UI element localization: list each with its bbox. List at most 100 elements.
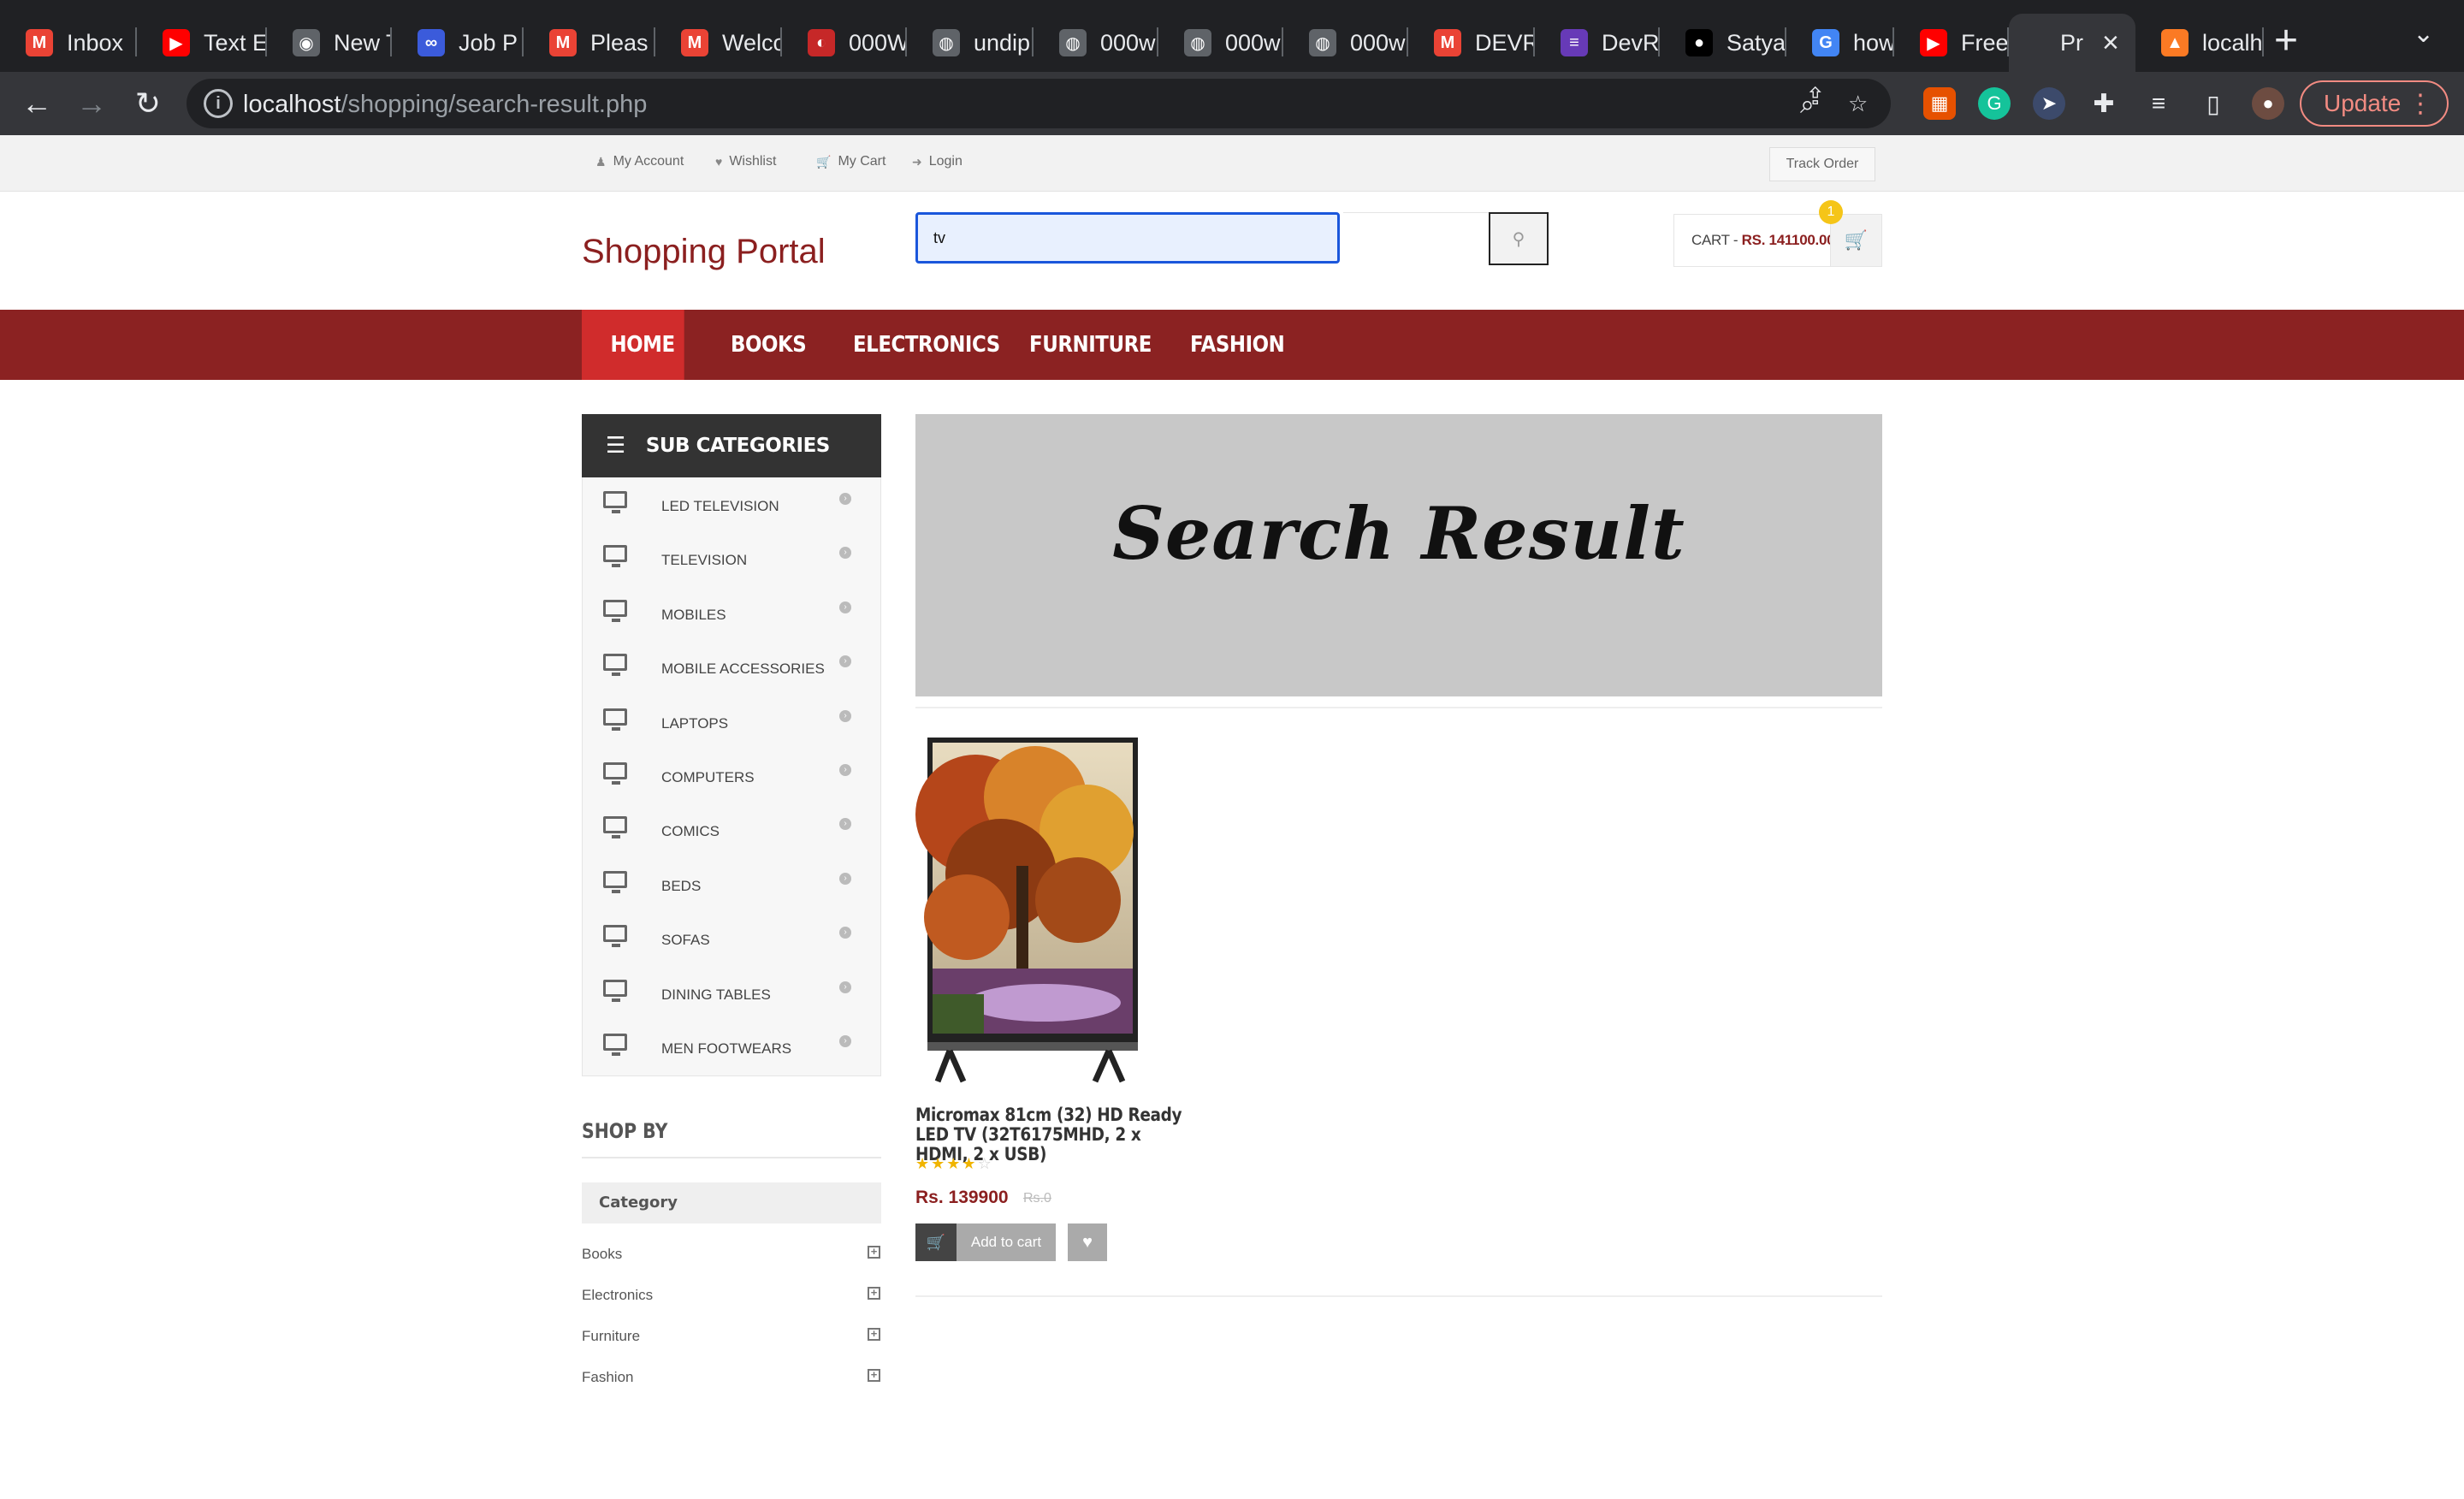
menu-dots-icon[interactable]: ⋮: [2408, 89, 2433, 119]
browser-tab[interactable]: ▶ Text E: [137, 14, 267, 72]
my-account-link[interactable]: ♟ My Account: [595, 154, 684, 169]
site-logo[interactable]: Shopping Portal: [582, 233, 826, 271]
subcategory-label: BEDS: [661, 877, 702, 894]
user-icon: ♟: [595, 154, 607, 169]
nav-fashion[interactable]: FASHION: [1190, 310, 1285, 380]
chevron-right-icon: ›: [839, 872, 851, 885]
extension-icon-2[interactable]: ➤: [2033, 87, 2065, 120]
browser-tab[interactable]: M Inbox: [0, 14, 137, 72]
link-icon: ∞: [418, 29, 445, 56]
search-button[interactable]: ⚲: [1489, 212, 1549, 265]
category-label: Electronics: [582, 1287, 654, 1303]
subcategory-item[interactable]: COMPUTERS ›: [583, 749, 880, 802]
browser-tab[interactable]: M Pleas: [524, 14, 655, 72]
tab-title: 000w: [1100, 29, 1156, 56]
browser-tab[interactable]: ▲ localh: [2135, 14, 2264, 72]
search-input[interactable]: [915, 212, 1340, 264]
extension-icon-1[interactable]: ▦: [1923, 87, 1956, 120]
subcategory-item[interactable]: MEN FOOTWEARS ›: [583, 1020, 880, 1073]
browser-tab[interactable]: Ghow t: [1786, 14, 1894, 72]
product-price: Rs. 139900: [915, 1188, 1009, 1207]
profile-avatar[interactable]: ●: [2252, 87, 2284, 120]
tab-title: Text E: [204, 29, 267, 56]
expand-plus-icon[interactable]: +: [868, 1328, 880, 1341]
forward-icon[interactable]: →: [72, 84, 111, 123]
browser-tab[interactable]: Pr ×: [2009, 14, 2135, 72]
star-empty-icon: ☆: [977, 1155, 993, 1172]
nav-furniture[interactable]: FURNITURE: [1029, 310, 1152, 380]
cart-icon[interactable]: 🛒: [1830, 215, 1881, 266]
add-to-cart-button[interactable]: 🛒 Add to cart: [915, 1223, 1056, 1261]
browser-tab[interactable]: M Welco: [655, 14, 782, 72]
expand-plus-icon[interactable]: +: [868, 1369, 880, 1382]
subcategory-item[interactable]: DINING TABLES ›: [583, 966, 880, 1019]
browser-tab-bar: M Inbox ▶ Text E ◉ New T ∞ Job P M Pleas M Welco ◐ 00…: [0, 0, 2464, 72]
browser-tab[interactable]: M DEVR: [1408, 14, 1535, 72]
share-icon[interactable]: ⇪: [1805, 82, 1825, 110]
browser-tab[interactable]: ◍ undip: [907, 14, 1034, 72]
new-tab-button[interactable]: +: [2274, 17, 2298, 64]
subcategory-item[interactable]: COMICS ›: [583, 803, 880, 856]
browser-tab[interactable]: ◉ New T: [267, 14, 392, 72]
category-item[interactable]: Furniture +: [582, 1328, 881, 1354]
login-link[interactable]: ➜ Login: [912, 154, 962, 169]
tab-title: 000W: [849, 29, 907, 56]
subcategory-item[interactable]: TELEVISION ›: [583, 531, 880, 584]
extensions-puzzle-icon[interactable]: ✚: [2088, 87, 2120, 120]
my-cart-link[interactable]: 🛒 My Cart: [816, 154, 886, 169]
browser-tab[interactable]: ● Satya: [1660, 14, 1786, 72]
subcategory-item[interactable]: MOBILES ›: [583, 586, 880, 639]
subcategory-label: DINING TABLES: [661, 986, 771, 1003]
url-text[interactable]: localhost/shopping/search-result.php: [243, 91, 647, 119]
sub-categories-list: LED TELEVISION › TELEVISION › MOBILES › MOBILE…: [582, 477, 881, 1076]
subcategory-item[interactable]: SOFAS ›: [583, 911, 880, 964]
media-control-icon[interactable]: ≡: [2142, 87, 2175, 120]
browser-tab[interactable]: ≡ DevRe: [1535, 14, 1660, 72]
back-icon[interactable]: ←: [17, 84, 56, 123]
expand-plus-icon[interactable]: +: [868, 1287, 880, 1300]
browser-tab[interactable]: ◍ 000w: [1158, 14, 1283, 72]
expand-plus-icon[interactable]: +: [868, 1246, 880, 1259]
product-rating: ★★★★☆: [915, 1155, 993, 1173]
browser-tab[interactable]: ∞ Job P: [392, 14, 524, 72]
subcategory-item[interactable]: MOBILE ACCESSORIES ›: [583, 640, 880, 693]
address-bar[interactable]: i localhost/shopping/search-result.php ⌕…: [187, 79, 1891, 128]
wishlist-link[interactable]: ♥ Wishlist: [715, 154, 776, 169]
search-icon: ⚲: [1512, 229, 1525, 249]
subcategory-item[interactable]: BEDS ›: [583, 857, 880, 910]
category-item[interactable]: Electronics +: [582, 1287, 881, 1312]
webhost-icon: ◐: [808, 29, 835, 56]
tab-search-button[interactable]: ⌄: [2413, 19, 2434, 49]
browser-tab[interactable]: ◐ 000W: [782, 14, 907, 72]
product-image[interactable]: [915, 738, 1143, 1083]
nav-books[interactable]: BOOKS: [731, 310, 807, 380]
search-category-field[interactable]: [1343, 212, 1489, 264]
sub-categories-header: ☰ SUB CATEGORIES: [582, 414, 881, 477]
close-tab-icon[interactable]: ×: [2102, 27, 2119, 60]
cart-summary[interactable]: CART - RS. 141100.00 🛒: [1673, 214, 1882, 267]
update-button[interactable]: Update ⋮: [2300, 80, 2449, 127]
nav-electronics[interactable]: ELECTRONICS: [853, 310, 1000, 380]
browser-tab[interactable]: ◍ 000w: [1283, 14, 1408, 72]
browser-tab[interactable]: ◍ 000w: [1034, 14, 1158, 72]
subcategory-label: MOBILE ACCESSORIES: [661, 661, 825, 678]
browser-tab[interactable]: ▶ Free I: [1894, 14, 2009, 72]
track-order-button[interactable]: Track Order: [1769, 147, 1875, 181]
grammarly-icon[interactable]: G: [1978, 87, 2011, 120]
monitor-icon: [603, 491, 627, 513]
cart-icon: 🛒: [915, 1223, 957, 1261]
site-info-icon[interactable]: i: [204, 89, 233, 118]
category-item[interactable]: Fashion +: [582, 1369, 881, 1395]
bookmark-star-icon[interactable]: ☆: [1848, 91, 1868, 117]
add-to-wishlist-button[interactable]: ♥: [1068, 1223, 1107, 1261]
monitor-icon: [603, 708, 627, 731]
category-item[interactable]: Books +: [582, 1246, 881, 1271]
subcategory-item[interactable]: LAPTOPS ›: [583, 695, 880, 748]
reload-icon[interactable]: ↻: [128, 84, 168, 123]
add-to-cart-label: Add to cart: [957, 1223, 1056, 1261]
subcategory-item[interactable]: LED TELEVISION ›: [583, 477, 880, 530]
nav-home[interactable]: HOME: [582, 310, 684, 380]
side-panel-icon[interactable]: ▯: [2197, 87, 2230, 120]
site-header: Shopping Portal ⚲ CART - RS. 141100.00 🛒: [0, 192, 2464, 310]
tab-title: New T: [334, 29, 392, 56]
